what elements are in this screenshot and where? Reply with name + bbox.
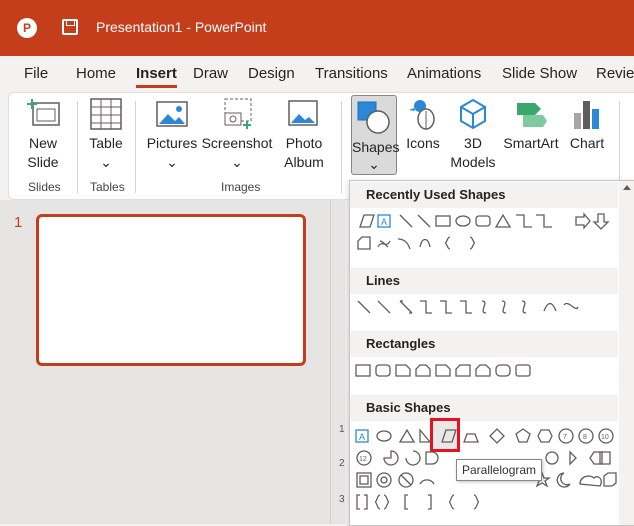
basic-shapes-row-1[interactable]: A 7 8 10	[354, 426, 618, 446]
3d-cube-icon	[460, 98, 486, 130]
pictures-dropdown-icon: ⌄	[166, 154, 178, 170]
divider	[77, 101, 78, 193]
pictures-icon	[156, 101, 188, 127]
photo-album-label: Photo	[285, 135, 323, 151]
group-slides: Slides	[28, 180, 61, 194]
group-tables: Tables	[90, 180, 125, 194]
pictures-button[interactable]: Pictures ⌄	[143, 97, 201, 172]
vertical-ruler: 1 2 3	[339, 420, 349, 524]
svg-text:12: 12	[359, 456, 367, 463]
rectangles-row[interactable]	[354, 361, 618, 381]
screenshot-button[interactable]: Screenshot ⌄	[201, 97, 273, 172]
3d-models-label2: Models	[450, 154, 496, 170]
chart-icon	[574, 101, 599, 129]
screenshot-dropdown-icon: ⌄	[231, 154, 243, 170]
table-button[interactable]: Table ⌄	[83, 97, 129, 172]
icons-button[interactable]: Icons	[403, 97, 443, 153]
new-slide-button[interactable]: New Slide	[17, 97, 69, 172]
tab-insert[interactable]: Insert	[136, 65, 177, 88]
icons-icon	[409, 100, 435, 130]
tab-draw[interactable]: Draw	[193, 65, 228, 82]
tab-transitions[interactable]: Transitions	[315, 65, 388, 82]
window-title: Presentation1 - PowerPoint	[96, 19, 267, 35]
basic-shapes-row-2[interactable]: 12	[354, 448, 454, 468]
photo-album-label2: Album	[284, 154, 324, 170]
tab-review[interactable]: Revie	[596, 65, 634, 82]
basic-shapes-row-2b[interactable]	[542, 448, 618, 468]
new-slide-label: New	[28, 135, 57, 151]
tab-design[interactable]: Design	[248, 65, 295, 82]
shapes-dropdown-icon: ⌄	[368, 156, 380, 172]
smartart-label: SmartArt	[503, 135, 559, 151]
divider	[341, 101, 342, 193]
basic-shapes-row-3b[interactable]	[534, 470, 618, 490]
section-basic-shapes: Basic Shapes	[350, 395, 618, 421]
smartart-button[interactable]: SmartArt	[499, 97, 563, 153]
pictures-label: Pictures	[146, 135, 198, 151]
basic-shapes-row-4[interactable]	[354, 492, 494, 512]
recent-shapes-row-2[interactable]	[354, 233, 618, 253]
table-label: Table	[89, 135, 123, 151]
save-icon[interactable]	[62, 19, 78, 35]
3d-models-button[interactable]: 3D Models	[449, 97, 497, 172]
svg-text:A: A	[381, 217, 387, 227]
lines-row[interactable]	[354, 297, 618, 317]
slide-number: 1	[14, 214, 23, 231]
slide-thumbnail[interactable]	[36, 214, 306, 366]
photo-album-button[interactable]: Photo Album	[275, 97, 333, 172]
tab-slide-show[interactable]: Slide Show	[502, 65, 577, 82]
table-icon	[90, 98, 122, 130]
screenshot-label: Screenshot	[201, 135, 273, 151]
title-bar: P Presentation1 - PowerPoint	[0, 0, 634, 56]
svg-text:10: 10	[601, 434, 609, 441]
screenshot-icon	[224, 98, 252, 129]
ruler-mark: 3	[339, 494, 345, 505]
powerpoint-logo-icon: P	[17, 18, 37, 38]
divider	[135, 101, 136, 193]
gallery-scrollbar[interactable]	[619, 181, 634, 525]
photo-album-icon	[288, 100, 318, 126]
svg-text:A: A	[359, 432, 365, 442]
group-images: Images	[221, 180, 261, 194]
tab-home[interactable]: Home	[76, 65, 116, 82]
tab-animations[interactable]: Animations	[407, 65, 481, 82]
basic-shapes-row-3[interactable]	[354, 470, 454, 490]
ruler-mark: 1	[339, 424, 345, 435]
section-recent: Recently Used Shapes	[350, 182, 618, 208]
tab-file[interactable]: File	[24, 65, 48, 82]
shapes-label: Shapes	[352, 139, 400, 155]
section-rectangles: Rectangles	[350, 331, 618, 357]
chart-label: Chart	[569, 135, 605, 151]
table-dropdown-icon: ⌄	[100, 154, 112, 170]
svg-text:7: 7	[563, 434, 567, 441]
parallelogram-tooltip: Parallelogram	[456, 459, 543, 481]
icons-label: Icons	[406, 135, 440, 151]
ribbon-tabs: File Home Insert Draw Design Transitions…	[0, 56, 634, 92]
ruler-mark: 2	[339, 458, 345, 469]
scroll-up-icon[interactable]	[623, 185, 631, 190]
shapes-gallery: Recently Used Shapes A Lines Rectangles	[349, 180, 634, 526]
shapes-button[interactable]: Shapes ⌄	[351, 95, 400, 175]
recent-shapes-row[interactable]: A	[354, 211, 618, 231]
svg-text:8: 8	[583, 434, 587, 441]
smartart-icon	[517, 103, 547, 127]
new-slide-label2: Slide	[27, 154, 59, 170]
shapes-icon	[357, 101, 390, 134]
section-lines: Lines	[350, 268, 618, 294]
chart-button[interactable]: Chart	[565, 97, 609, 153]
new-slide-icon	[27, 99, 60, 126]
3d-models-label: 3D	[464, 135, 482, 151]
